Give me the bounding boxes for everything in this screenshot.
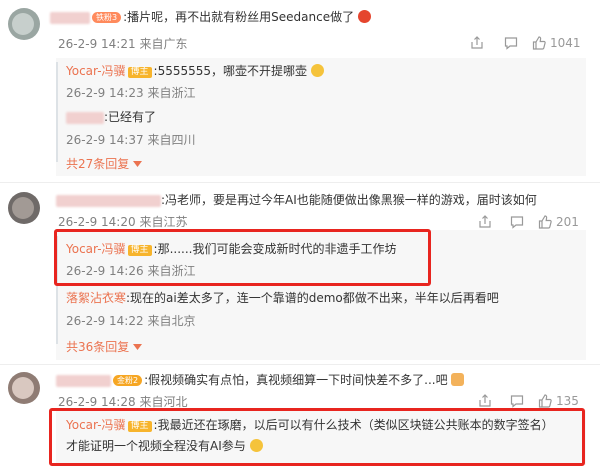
comment-text: :冯老师，要是再过今年AI也能随便做出像黑猴一样的游戏，届时该如何 — [161, 193, 537, 207]
username-blurred[interactable] — [56, 194, 161, 207]
reply-meta: 26-2-9 14:37 来自四川 — [66, 131, 195, 148]
highlight-box — [54, 229, 431, 286]
timestamp: 26-2-9 14:20 — [58, 215, 136, 229]
comment-line: :冯老师，要是再过今年AI也能随便做出像黑猴一样的游戏，届时该如何 — [56, 191, 537, 209]
location: 来自北京 — [147, 314, 196, 328]
share-button[interactable] — [478, 215, 492, 229]
divider — [0, 182, 600, 183]
reply-item: Yocar-冯骥 博主:5555555，哪壶不开提哪壶 — [66, 62, 324, 80]
more-replies-link[interactable]: 共36条回复 — [66, 338, 143, 355]
reply-thread-line — [56, 62, 58, 162]
chevron-down-icon — [133, 161, 143, 167]
reply-item: :已经有了 — [66, 108, 156, 126]
reply-author[interactable]: Yocar-冯骥 — [66, 64, 126, 78]
more-replies-label: 共27条回复 — [66, 157, 130, 171]
like-icon — [532, 36, 546, 50]
reply-item: 落絮沾衣寒:现在的ai差太多了，连一个靠谱的demo都做不出来，半年以后再看吧 — [66, 289, 499, 307]
comment-icon — [510, 216, 524, 229]
more-replies-link[interactable]: 共27条回复 — [66, 155, 143, 172]
comment-text: :播片呢，再不出就有粉丝用Seedance做了 — [123, 10, 355, 24]
reply-text: :5555555，哪壶不开提哪壶 — [153, 64, 308, 78]
comment-button[interactable] — [510, 215, 524, 229]
highlight-box — [49, 408, 585, 466]
avatar[interactable] — [8, 192, 40, 224]
share-button[interactable] — [470, 36, 484, 50]
like-button[interactable]: 201 — [538, 215, 579, 229]
share-icon — [479, 394, 491, 407]
location: 来自四川 — [147, 133, 196, 147]
location: 来自河北 — [139, 395, 188, 409]
reply-meta: 26-2-9 14:22 来自北京 — [66, 312, 195, 329]
comment-meta: 26-2-9 14:20 来自江苏 — [58, 213, 187, 230]
location: 来自浙江 — [147, 86, 196, 100]
username-blurred[interactable] — [50, 11, 90, 24]
like-icon — [538, 215, 552, 229]
divider — [0, 364, 600, 365]
comment-line: 金粉2:假视频确实有点怕，真视频细算一下时间快差不多了...吧 — [56, 371, 465, 389]
smile-emoji-icon — [310, 64, 324, 77]
timestamp: 26-2-9 14:37 — [66, 133, 144, 147]
chevron-down-icon — [133, 344, 143, 350]
avatar[interactable] — [8, 8, 40, 40]
reply-meta: 26-2-9 14:23 来自浙江 — [66, 84, 195, 101]
tomato-emoji-icon — [357, 10, 371, 23]
comment-line: 铁粉3:播片呢，再不出就有粉丝用Seedance做了 — [50, 8, 371, 26]
comment-button[interactable] — [510, 394, 524, 408]
username-blurred[interactable] — [56, 374, 111, 387]
comment-icon — [504, 37, 518, 50]
location: 来自江苏 — [139, 215, 188, 229]
like-icon — [538, 394, 552, 408]
like-count: 201 — [556, 215, 579, 229]
like-count: 135 — [556, 394, 579, 408]
reply-author[interactable]: 落絮沾衣寒 — [66, 291, 126, 305]
like-button[interactable]: 1041 — [532, 36, 581, 50]
fan-badge: 铁粉3 — [92, 12, 122, 23]
comment-text: :假视频确实有点怕，真视频细算一下时间快差不多了...吧 — [144, 373, 448, 387]
share-icon — [471, 36, 483, 49]
timestamp: 26-2-9 14:22 — [66, 314, 144, 328]
like-button[interactable]: 135 — [538, 394, 579, 408]
like-count: 1041 — [550, 36, 581, 50]
timestamp: 26-2-9 14:28 — [58, 395, 136, 409]
reply-text: :已经有了 — [104, 110, 157, 124]
location: 来自广东 — [139, 37, 188, 51]
timestamp: 26-2-9 14:21 — [58, 37, 136, 51]
comment-meta: 26-2-9 14:21 来自广东 — [58, 35, 187, 52]
username-blurred[interactable] — [66, 111, 104, 124]
comment-button[interactable] — [504, 36, 518, 50]
share-icon — [479, 215, 491, 228]
comment-icon — [510, 395, 524, 408]
author-badge: 博主 — [127, 67, 152, 78]
share-button[interactable] — [478, 394, 492, 408]
cat-emoji-icon — [451, 373, 465, 386]
avatar[interactable] — [8, 372, 40, 404]
fan-badge: 金粉2 — [113, 375, 143, 386]
timestamp: 26-2-9 14:23 — [66, 86, 144, 100]
more-replies-label: 共36条回复 — [66, 340, 130, 354]
reply-text: :现在的ai差太多了，连一个靠谱的demo都做不出来，半年以后再看吧 — [126, 291, 499, 305]
